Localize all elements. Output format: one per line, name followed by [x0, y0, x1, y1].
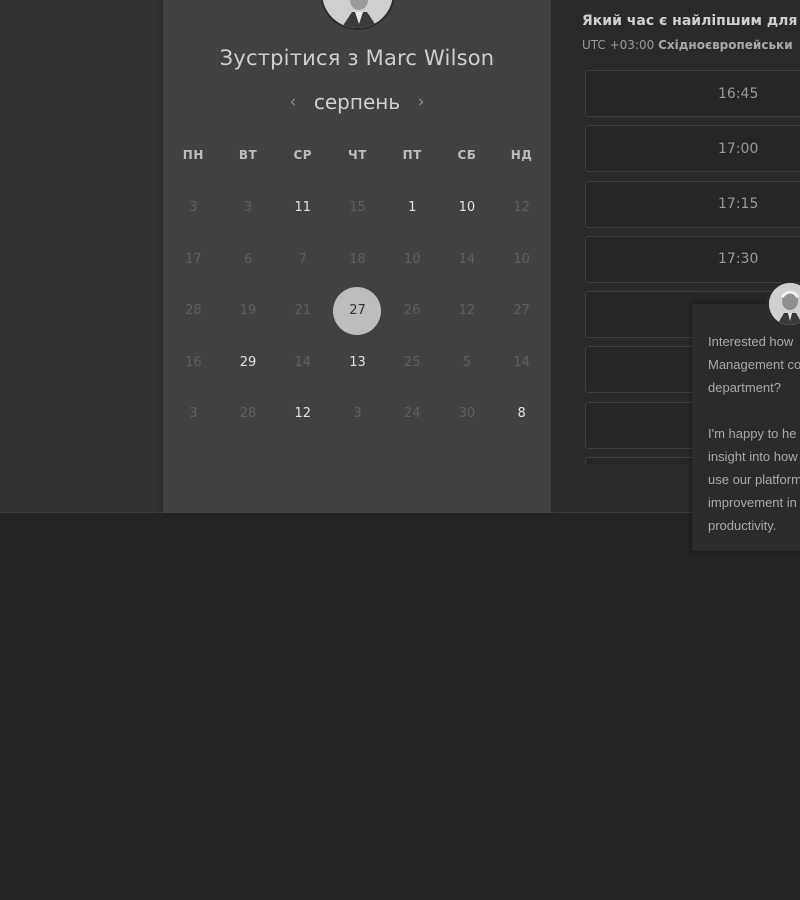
calendar-day: 28	[166, 285, 221, 337]
calendar-day-number: 12	[513, 200, 530, 216]
calendar-day: 28	[221, 388, 276, 440]
calendar-day: 3	[166, 388, 221, 440]
timezone-name: Східноєвропейськи	[658, 38, 793, 52]
chat-message: Interested how Management co department?…	[708, 334, 800, 533]
calendar-day-number: 10	[403, 251, 421, 267]
calendar-day-number: 6	[243, 251, 253, 267]
calendar-day: 10	[494, 234, 549, 286]
calendar-day: 3	[166, 182, 221, 234]
calendar-day-number: 25	[403, 354, 421, 370]
calendar-day-selected[interactable]: 27	[330, 285, 385, 337]
calendar-day[interactable]: 13	[330, 337, 385, 389]
calendar-day-number: 1	[408, 200, 417, 216]
calendar-day[interactable]: 1	[385, 182, 440, 234]
calendar-day-number: 3	[353, 406, 362, 422]
calendar-day: 10	[385, 234, 440, 286]
weekday-label: ЧТ	[348, 148, 367, 162]
calendar-day-grid: 3 3 11 15 1 10 12 17 6 7 18 10 14 10 28 19 21 27 26 12 27 16 2…	[166, 182, 549, 440]
calendar-day: 17	[166, 234, 221, 286]
calendar-day-number: 17	[185, 251, 202, 267]
calendar-day-number: 5	[462, 354, 472, 370]
calendar-day-number: 11	[294, 200, 312, 216]
calendar-day: 30	[440, 388, 495, 440]
calendar-day-number: 19	[239, 303, 257, 319]
calendar-day: 26	[385, 285, 440, 337]
calendar-day[interactable]: 29	[221, 337, 276, 389]
calendar-day-number: 13	[349, 354, 366, 370]
calendar-day-number: 26	[403, 303, 421, 319]
time-heading: Який час є найліпшим для ва	[582, 13, 800, 29]
weekday-label: СБ	[457, 148, 477, 162]
calendar-day: 14	[440, 234, 495, 286]
weekday-label: ВТ	[238, 148, 258, 162]
weekday-label: СР	[293, 148, 313, 162]
time-slot-button[interactable]: 17:00	[585, 125, 800, 173]
calendar-day-number: 3	[243, 200, 253, 216]
calendar-day: 12	[440, 285, 495, 337]
calendar-day: 25	[385, 337, 440, 389]
calendar-day-number: 3	[189, 200, 198, 216]
calendar-day: 5	[440, 337, 495, 389]
calendar-day-number: 18	[349, 251, 366, 267]
time-slot-button[interactable]: 17:15	[585, 180, 800, 228]
calendar-day: 3	[330, 388, 385, 440]
calendar-day-number: 29	[239, 354, 257, 370]
calendar-day-number: 30	[458, 406, 476, 422]
time-slot-button[interactable]: 17:30	[585, 235, 800, 283]
weekday-label: НД	[510, 148, 533, 162]
calendar-day-number: 21	[294, 303, 312, 319]
chevron-left-icon[interactable]: ‹	[286, 92, 300, 112]
calendar-day[interactable]: 12	[275, 388, 330, 440]
calendar-day-number: 7	[298, 251, 307, 267]
calendar-day: 3	[221, 182, 276, 234]
calendar-day: 21	[275, 285, 330, 337]
weekday-header: ПН ВТ СР ЧТ ПТ СБ НД	[166, 148, 549, 162]
calendar-day[interactable]: 8	[494, 388, 549, 440]
calendar-day-number: 27	[513, 303, 530, 319]
calendar-day-number: 14	[294, 354, 312, 370]
calendar-day-number: 3	[189, 406, 198, 422]
calendar-day-number: 10	[513, 251, 530, 267]
calendar-day-number: 27	[333, 286, 382, 335]
calendar-day-number: 10	[458, 200, 476, 216]
calendar-day-number: 14	[458, 251, 476, 267]
calendar-day: 16	[166, 337, 221, 389]
page-title: Зустрітися з Marc Wilson	[219, 46, 495, 70]
weekday-label: ПН	[182, 148, 204, 162]
calendar-day-number: 16	[185, 354, 202, 370]
timezone-selector[interactable]: UTC +03:00 Східноєвропейськи	[582, 38, 793, 52]
calendar-day: 14	[275, 337, 330, 389]
calendar-day-number: 14	[513, 354, 530, 370]
month-navigation: ‹ серпень ›	[163, 90, 551, 114]
calendar-day: 12	[494, 182, 549, 234]
calendar-day: 27	[494, 285, 549, 337]
month-label: серпень	[313, 90, 401, 114]
calendar-day: 7	[275, 234, 330, 286]
calendar-day: 14	[494, 337, 549, 389]
calendar-day: 15	[330, 182, 385, 234]
chevron-right-icon[interactable]: ›	[414, 92, 428, 112]
calendar-day-number: 12	[294, 406, 312, 422]
calendar-day: 6	[221, 234, 276, 286]
timezone-offset: UTC +03:00	[582, 38, 655, 52]
calendar-day-number: 24	[403, 406, 421, 422]
calendar-day[interactable]: 11	[275, 182, 330, 234]
calendar-day-number: 28	[185, 303, 202, 319]
calendar-day: 18	[330, 234, 385, 286]
calendar-day-number: 8	[517, 406, 526, 422]
weekday-label: ПТ	[402, 148, 422, 162]
calendar-day[interactable]: 10	[440, 182, 495, 234]
calendar-day-number: 12	[458, 303, 476, 319]
page: Зустрітися з Marc Wilson ‹ серпень › ПН …	[0, 0, 800, 900]
calendar-day: 24	[385, 388, 440, 440]
time-slot-button[interactable]: 16:45	[585, 70, 800, 117]
calendar-day: 19	[221, 285, 276, 337]
calendar-day-number: 15	[349, 200, 366, 216]
calendar-day-number: 28	[239, 406, 257, 422]
